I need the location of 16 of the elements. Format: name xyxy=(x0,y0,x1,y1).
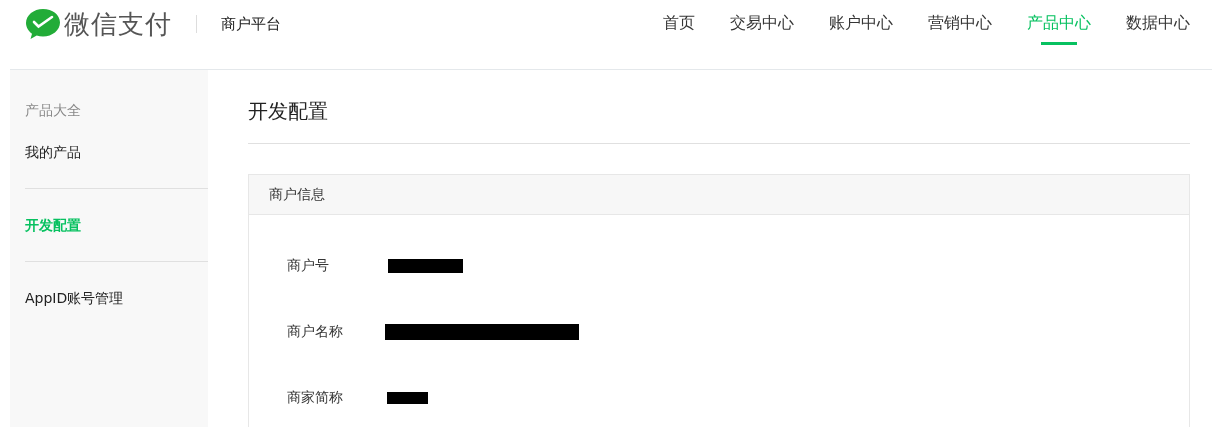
card-title: 商户信息 xyxy=(249,175,1189,215)
page-title: 开发配置 xyxy=(248,98,1190,144)
platform-title: 商户平台 xyxy=(221,14,281,34)
nav-tab[interactable]: 交易中心 xyxy=(730,0,794,45)
nav-tab[interactable]: 账户中心 xyxy=(829,0,893,45)
brand-name: 微信支付 xyxy=(64,7,172,41)
nav-tab[interactable]: 数据中心 xyxy=(1126,0,1190,45)
sidebar-item[interactable]: AppID账号管理 xyxy=(25,290,208,308)
chat-bubble-check-icon xyxy=(25,8,61,40)
field-label: 商家简称 xyxy=(287,389,344,407)
sidebar-item[interactable]: 我的产品 xyxy=(25,144,208,162)
field-label: 商户号 xyxy=(287,257,330,275)
nav-tab[interactable]: 首页 xyxy=(663,0,695,45)
field-label: 商户名称 xyxy=(287,323,344,341)
section-heading: 产品大全 xyxy=(25,102,82,120)
nav-tab[interactable]: 营销中心 xyxy=(928,0,992,45)
